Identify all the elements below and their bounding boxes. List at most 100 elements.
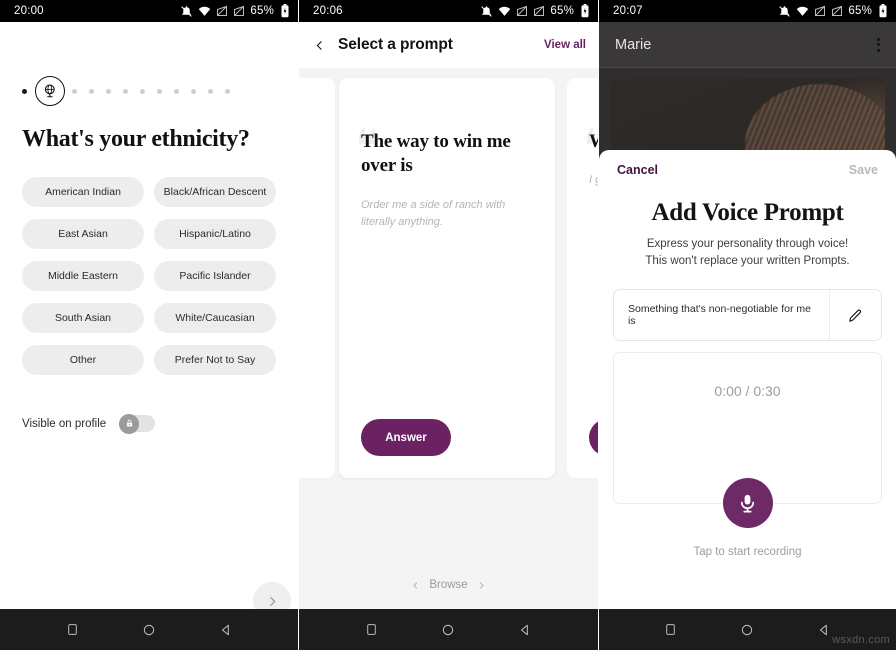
watermark: wsxdn.com xyxy=(832,634,890,646)
screenshot-root: 20:00 65% What's your ethnicity? America… xyxy=(0,0,896,650)
status-bar: 20:06 65% xyxy=(299,0,598,22)
ethnicity-body: What's your ethnicity? American Indian B… xyxy=(0,74,298,650)
select-prompt-header: Select a prompt View all xyxy=(299,22,598,68)
circle-icon[interactable] xyxy=(441,623,455,637)
progress-dot-completed xyxy=(22,88,27,94)
sheet-title: Add Voice Prompt xyxy=(651,199,844,226)
prompt-card-previous[interactable] xyxy=(299,78,335,478)
ethnicity-option-black-african-descent[interactable]: Black/African Descent xyxy=(154,177,276,207)
bell-off-icon xyxy=(481,5,493,17)
cancel-button[interactable]: Cancel xyxy=(617,163,658,177)
chevron-right-icon xyxy=(269,596,275,606)
back-button[interactable] xyxy=(313,38,326,53)
triangle-back-icon[interactable] xyxy=(817,623,831,637)
chevron-right-icon[interactable] xyxy=(477,580,486,591)
prompt-card-next[interactable]: ❝ W th I ge iter. Answer xyxy=(567,78,598,478)
ethnicity-option-south-asian[interactable]: South Asian xyxy=(22,303,144,333)
prompt-card-current[interactable]: ❝ The way to win me over is Order me a s… xyxy=(339,78,555,478)
progress-dot xyxy=(123,88,128,94)
progress-dot xyxy=(89,88,94,94)
android-nav-bar xyxy=(0,609,298,650)
chevron-left-icon xyxy=(316,40,322,50)
toggle-knob xyxy=(119,413,140,434)
progress-dot xyxy=(72,88,77,94)
recorder-panel: 0:00 / 0:30 xyxy=(613,352,882,529)
answer-button[interactable]: Answer xyxy=(361,419,451,456)
page-title: What's your ethnicity? xyxy=(22,126,250,152)
circle-icon[interactable] xyxy=(740,623,754,637)
prompt-selector[interactable]: Something that's non-negotiable for me i… xyxy=(613,289,882,342)
android-nav-bar xyxy=(299,609,598,650)
battery-percent: 65% xyxy=(550,5,574,17)
ethnicity-option-hispanic-latino[interactable]: Hispanic/Latino xyxy=(154,219,276,249)
ethnicity-option-prefer-not-to-say[interactable]: Prefer Not to Say xyxy=(154,345,276,375)
signal-off-icon xyxy=(517,5,528,16)
record-button[interactable] xyxy=(722,478,773,529)
pencil-icon xyxy=(849,309,862,322)
status-icons: 65% xyxy=(480,4,590,18)
progress-dot xyxy=(225,88,230,94)
ethnicity-option-middle-eastern[interactable]: Middle Eastern xyxy=(22,261,144,291)
wifi-icon xyxy=(199,6,211,16)
progress-dot xyxy=(208,88,213,94)
globe-icon xyxy=(44,83,55,97)
status-clock: 20:00 xyxy=(14,5,44,17)
panel-add-voice-prompt: 20:07 65% Marie Cancel Save Add Voice Pr… xyxy=(598,0,896,650)
wifi-icon xyxy=(499,6,511,16)
edit-prompt-button[interactable] xyxy=(829,290,881,341)
ethnicity-option-pacific-islander[interactable]: Pacific Islander xyxy=(154,261,276,291)
status-clock: 20:07 xyxy=(613,5,643,17)
prompt-card-question: The way to win me over is xyxy=(361,131,511,177)
visible-on-profile-row: Visible on profile xyxy=(22,413,276,434)
signal-off-icon xyxy=(832,5,843,16)
chevron-left-icon[interactable] xyxy=(411,580,420,591)
wifi-icon xyxy=(797,6,809,16)
sheet-subtitle-line-1: Express your personality through voice! xyxy=(646,238,849,250)
bell-off-icon xyxy=(181,5,193,17)
selected-prompt-text: Something that's non-negotiable for me i… xyxy=(628,303,811,328)
page-title: Select a prompt xyxy=(338,36,453,53)
square-icon[interactable] xyxy=(365,623,378,636)
sheet-subtitle-line-2: This won't replace your written Prompts. xyxy=(645,254,850,267)
browse-label: Browse xyxy=(429,579,468,591)
progress-dot xyxy=(106,88,111,94)
view-all-link[interactable]: View all xyxy=(544,39,586,51)
triangle-back-icon[interactable] xyxy=(219,623,233,637)
signal-off-icon xyxy=(234,5,245,16)
add-voice-prompt-sheet: Cancel Save Add Voice Prompt Express you… xyxy=(599,150,896,609)
triangle-back-icon[interactable] xyxy=(518,623,532,637)
square-icon[interactable] xyxy=(66,623,79,636)
battery-icon xyxy=(581,4,589,18)
recording-hint: Tap to start recording xyxy=(693,546,802,559)
status-bar: 20:07 65% xyxy=(599,0,896,22)
kebab-menu-icon[interactable] xyxy=(873,34,884,56)
answer-button[interactable]: Answer xyxy=(589,419,598,456)
circle-icon[interactable] xyxy=(142,623,156,637)
recording-timer: 0:00 / 0:30 xyxy=(714,383,781,400)
ethnicity-option-american-indian[interactable]: American Indian xyxy=(22,177,144,207)
square-icon[interactable] xyxy=(664,623,677,636)
ethnicity-option-east-asian[interactable]: East Asian xyxy=(22,219,144,249)
save-button[interactable]: Save xyxy=(849,163,878,177)
battery-icon xyxy=(281,4,289,18)
battery-percent: 65% xyxy=(848,5,872,17)
progress-dot xyxy=(174,88,179,94)
prompt-carousel: ❝ The way to win me over is Order me a s… xyxy=(299,68,598,609)
panel-ethnicity-question: 20:00 65% What's your ethnicity? America… xyxy=(0,0,298,650)
status-icons: 65% xyxy=(778,4,888,18)
sheet-action-bar: Cancel Save xyxy=(599,150,896,185)
browse-control[interactable]: Browse xyxy=(299,579,598,591)
sheet-subtitle: Express your personality through voice! … xyxy=(599,236,896,269)
ethnicity-option-other[interactable]: Other xyxy=(22,345,144,375)
visible-on-profile-toggle[interactable] xyxy=(119,413,156,434)
status-icons: 65% xyxy=(180,4,290,18)
panel-select-a-prompt: 20:06 65% Select a prompt View all ❝ The… xyxy=(298,0,598,650)
battery-icon xyxy=(879,4,887,18)
signal-off-icon xyxy=(217,5,228,16)
signal-off-icon xyxy=(815,5,826,16)
progress-dot xyxy=(191,88,196,94)
onboarding-progress xyxy=(22,74,276,108)
ethnicity-option-white-caucasian[interactable]: White/Caucasian xyxy=(154,303,276,333)
bell-off-icon xyxy=(779,5,791,17)
ethnicity-options-grid: American Indian Black/African Descent Ea… xyxy=(22,177,276,375)
